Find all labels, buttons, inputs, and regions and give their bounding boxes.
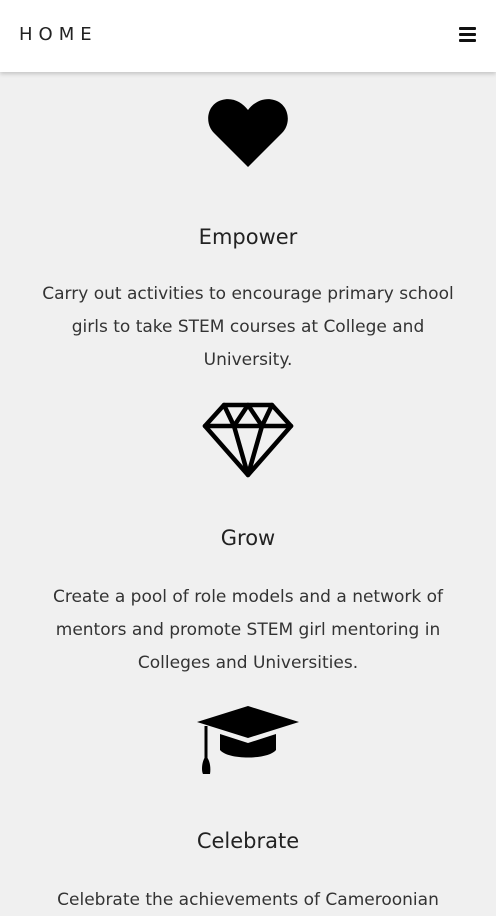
heart-icon — [208, 99, 288, 167]
menu-bar — [459, 39, 476, 42]
feature-celebrate: Celebrate Celebrate the achievements of … — [0, 702, 496, 916]
feature-description: Celebrate the achievements of Cameroonia… — [57, 890, 439, 910]
feature-description: Carry out activities to encourage primar… — [42, 284, 454, 370]
navbar: HOME — [0, 0, 496, 72]
feature-title: Celebrate — [196, 829, 300, 853]
feature-description: Create a pool of role models and a netwo… — [52, 587, 444, 673]
diamond-icon — [202, 402, 294, 478]
home-link[interactable]: HOME — [19, 24, 98, 46]
features-section: Empower Carry out activities to encourag… — [0, 72, 496, 916]
feature-title: Grow — [220, 526, 276, 550]
menu-bar — [459, 27, 476, 30]
menu-bar — [459, 33, 476, 36]
feature-grow: Grow Create a pool of role models and a … — [0, 382, 496, 702]
hamburger-menu-icon[interactable] — [459, 26, 476, 43]
feature-title: Empower — [198, 225, 298, 249]
feature-empower: Empower Carry out activities to encourag… — [0, 72, 496, 382]
graduation-cap-icon — [197, 706, 299, 774]
